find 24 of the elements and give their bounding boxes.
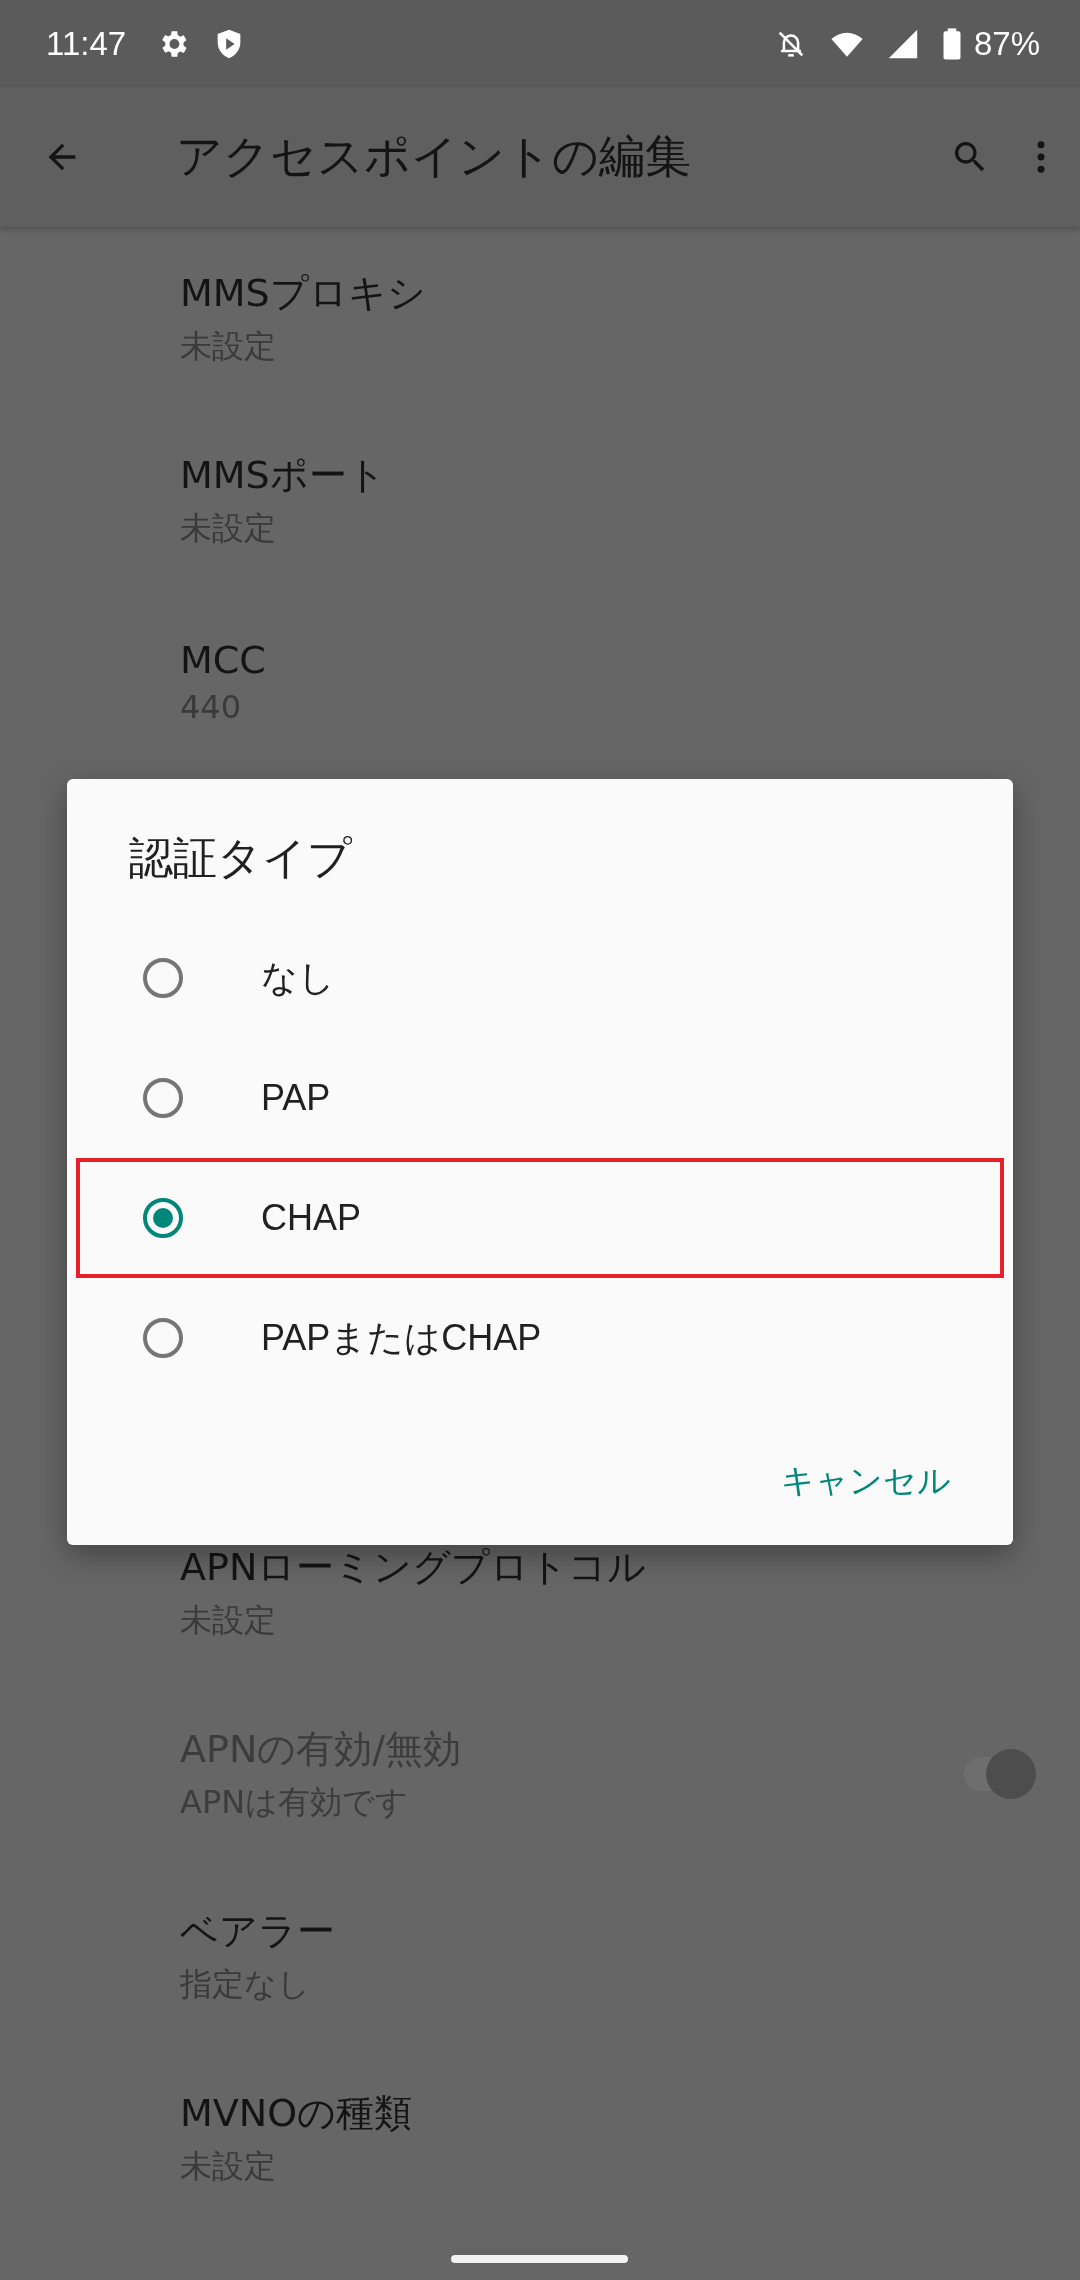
radio-option[interactable]: PAPまたはCHAP	[76, 1278, 1004, 1398]
radio-option[interactable]: なし	[76, 918, 1004, 1038]
battery-percent: 87%	[973, 24, 1040, 63]
option-label: PAP	[261, 1077, 331, 1119]
radio-button[interactable]	[143, 1198, 183, 1238]
highlighted-option[interactable]: CHAP	[76, 1158, 1004, 1278]
battery-icon	[941, 26, 962, 61]
option-label: なし	[261, 955, 335, 1000]
radio-button[interactable]	[143, 1318, 183, 1358]
setting-title[interactable]: MMSポート	[180, 449, 386, 501]
app-bar-title: アクセスポイントの編集	[176, 128, 691, 185]
setting-title[interactable]: MMSプロキシ	[180, 267, 426, 319]
option-label: CHAP	[261, 1197, 362, 1239]
radio-option[interactable]: PAP	[76, 1038, 1004, 1158]
radio-button[interactable]	[143, 958, 183, 998]
setting-title[interactable]: MCC	[180, 638, 266, 682]
setting-title[interactable]: MVNOの種類	[180, 2087, 413, 2139]
setting-title[interactable]: ベアラー	[180, 1905, 335, 1957]
cancel-button[interactable]: キャンセル	[769, 1445, 963, 1518]
dialog-title: 認証タイプ	[129, 831, 352, 885]
radio-button[interactable]	[143, 1078, 183, 1118]
status-time: 11:47	[46, 24, 127, 63]
option-label: PAPまたはCHAP	[261, 1315, 542, 1360]
setting-title[interactable]: APNローミングプロトコル	[180, 1541, 647, 1593]
